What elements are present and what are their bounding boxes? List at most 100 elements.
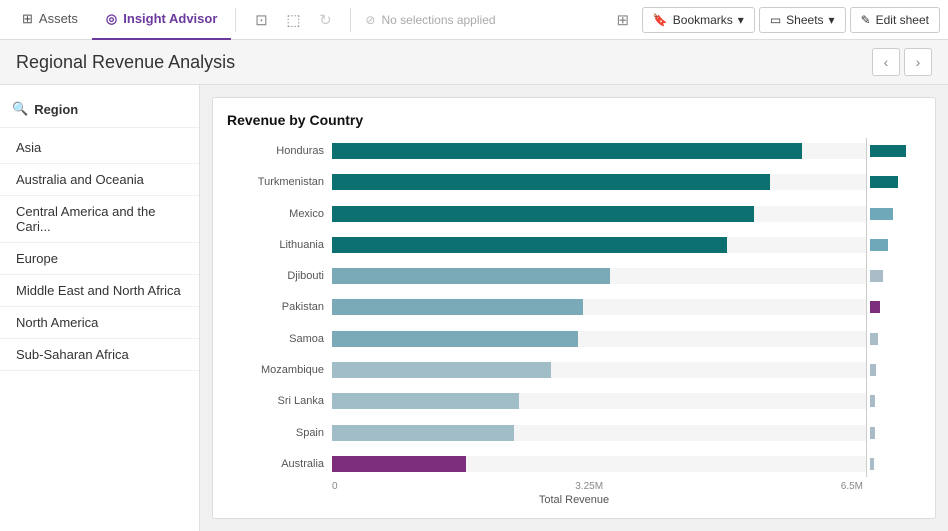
bar-fill bbox=[332, 237, 727, 253]
bookmark-icon: 🔖 bbox=[653, 13, 668, 27]
bar-track bbox=[332, 206, 866, 222]
x-axis: 0 3.25M 6.5M bbox=[227, 477, 863, 492]
bar-label: Djibouti bbox=[227, 270, 332, 282]
toolbar-icons: ⊡ ⬚ ↻ bbox=[246, 5, 340, 35]
small-bar-row bbox=[870, 232, 921, 258]
top-bar: ⊞ Assets ◎ Insight Advisor ⊡ ⬚ ↻ ⊘ No se… bbox=[0, 0, 948, 40]
chart-title: Revenue by Country bbox=[227, 112, 921, 128]
nav-next-btn[interactable]: › bbox=[904, 48, 932, 76]
bar-track bbox=[332, 393, 866, 409]
small-bar bbox=[870, 333, 878, 345]
bar-label: Spain bbox=[227, 427, 332, 439]
bar-fill bbox=[332, 206, 754, 222]
small-bar-row bbox=[870, 326, 921, 352]
small-bar bbox=[870, 364, 876, 376]
page-title-bar: Regional Revenue Analysis ‹ › bbox=[0, 40, 948, 85]
sheets-btn[interactable]: ▭ Sheets ▾ bbox=[759, 7, 846, 33]
rectangle-select-btn[interactable]: ⬚ bbox=[278, 5, 308, 35]
bar-row: Pakistan bbox=[227, 294, 866, 320]
nav-arrows: ‹ › bbox=[872, 48, 932, 76]
sidebar-item-central-america[interactable]: Central America and the Cari... bbox=[0, 196, 199, 243]
bar-track bbox=[332, 299, 866, 315]
small-bar-row bbox=[870, 451, 921, 477]
sheets-label: Sheets bbox=[786, 13, 823, 27]
chart-container: Revenue by Country Honduras Turkmenistan M… bbox=[212, 97, 936, 519]
page-title: Regional Revenue Analysis bbox=[16, 52, 872, 73]
small-bar-row bbox=[870, 420, 921, 446]
small-bar-row bbox=[870, 294, 921, 320]
bar-label: Lithuania bbox=[227, 239, 332, 251]
small-bar bbox=[870, 270, 883, 282]
small-bar bbox=[870, 176, 898, 188]
small-bar bbox=[870, 208, 893, 220]
lasso-select-btn[interactable]: ⊡ bbox=[246, 5, 276, 35]
assets-label: Assets bbox=[39, 11, 78, 26]
nav-prev-btn[interactable]: ‹ bbox=[872, 48, 900, 76]
x-axis-tick: 0 bbox=[332, 481, 338, 492]
bar-label: Honduras bbox=[227, 145, 332, 157]
toolbar-right: ⊞ 🔖 Bookmarks ▾ ▭ Sheets ▾ ✎ Edit sheet bbox=[608, 5, 940, 35]
bar-label: Turkmenistan bbox=[227, 176, 332, 188]
sidebar-search-label: Region bbox=[34, 102, 78, 117]
sidebar-item-europe[interactable]: Europe bbox=[0, 243, 199, 275]
tab-assets[interactable]: ⊞ Assets bbox=[8, 0, 92, 40]
bar-track bbox=[332, 237, 866, 253]
assets-icon: ⊞ bbox=[22, 11, 33, 27]
small-bar bbox=[870, 395, 875, 407]
no-selections-label: No selections applied bbox=[381, 13, 495, 27]
search-icon: 🔍 bbox=[12, 101, 28, 117]
bookmarks-label: Bookmarks bbox=[673, 13, 733, 27]
small-bar-row bbox=[870, 357, 921, 383]
bar-label: Samoa bbox=[227, 333, 332, 345]
bar-fill bbox=[332, 299, 583, 315]
small-bar bbox=[870, 145, 906, 157]
small-bar bbox=[870, 301, 880, 313]
no-selections-area: ⊘ No selections applied bbox=[355, 13, 505, 27]
bar-track bbox=[332, 425, 866, 441]
bar-row: Djibouti bbox=[227, 263, 866, 289]
sidebar-item-sub-saharan[interactable]: Sub-Saharan Africa bbox=[0, 339, 199, 371]
bookmarks-btn[interactable]: 🔖 Bookmarks ▾ bbox=[642, 7, 755, 33]
grid-view-btn[interactable]: ⊞ bbox=[608, 5, 638, 35]
sidebar-item-australia[interactable]: Australia and Oceania bbox=[0, 164, 199, 196]
sidebar-item-north-america[interactable]: North America bbox=[0, 307, 199, 339]
bar-track bbox=[332, 174, 866, 190]
x-axis-tick: 6.5M bbox=[841, 481, 863, 492]
bar-row: Honduras bbox=[227, 138, 866, 164]
main-content: 🔍 Region Asia Australia and Oceania Cent… bbox=[0, 85, 948, 531]
chart-body: Honduras Turkmenistan Mexico Lithuania Djibo… bbox=[227, 138, 921, 477]
bar-row: Mexico bbox=[227, 201, 866, 227]
bar-track bbox=[332, 143, 866, 159]
sheets-icon: ▭ bbox=[770, 13, 781, 27]
small-bar-row bbox=[870, 201, 921, 227]
chart-area: Revenue by Country Honduras Turkmenistan M… bbox=[200, 85, 948, 531]
sep2 bbox=[350, 8, 351, 32]
no-sel-icon: ⊘ bbox=[365, 13, 375, 27]
x-axis-title: Total Revenue bbox=[227, 492, 921, 506]
bar-row: Australia bbox=[227, 451, 866, 477]
bar-fill bbox=[332, 393, 519, 409]
edit-sheet-btn[interactable]: ✎ Edit sheet bbox=[850, 7, 940, 33]
edit-label: Edit sheet bbox=[876, 13, 929, 27]
bar-row: Mozambique bbox=[227, 357, 866, 383]
bar-fill bbox=[332, 362, 551, 378]
insight-icon: ◎ bbox=[106, 11, 117, 27]
sidebar-item-middle-east[interactable]: Middle East and North Africa bbox=[0, 275, 199, 307]
bar-row: Spain bbox=[227, 420, 866, 446]
sidebar-item-asia[interactable]: Asia bbox=[0, 132, 199, 164]
bookmarks-chevron: ▾ bbox=[738, 13, 744, 27]
tab-separator bbox=[235, 8, 236, 32]
bar-row: Lithuania bbox=[227, 232, 866, 258]
edit-icon: ✎ bbox=[861, 13, 871, 27]
tab-insight-advisor[interactable]: ◎ Insight Advisor bbox=[92, 0, 231, 40]
bar-row: Turkmenistan bbox=[227, 169, 866, 195]
bar-label: Pakistan bbox=[227, 301, 332, 313]
small-bars-col bbox=[866, 138, 921, 477]
bar-label: Mexico bbox=[227, 208, 332, 220]
sidebar: 🔍 Region Asia Australia and Oceania Cent… bbox=[0, 85, 200, 531]
rotate-btn[interactable]: ↻ bbox=[310, 5, 340, 35]
x-axis-tick: 3.25M bbox=[575, 481, 603, 492]
insight-label: Insight Advisor bbox=[123, 11, 217, 26]
small-bar-row bbox=[870, 169, 921, 195]
small-bar-row bbox=[870, 388, 921, 414]
